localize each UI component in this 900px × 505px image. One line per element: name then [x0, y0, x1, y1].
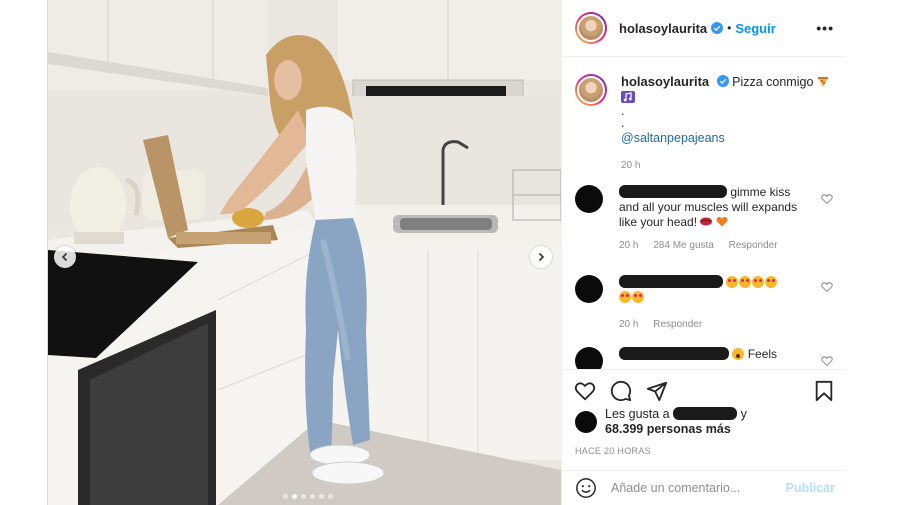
likes-suffix: y — [740, 407, 747, 421]
carousel-dot — [292, 494, 297, 499]
heart-icon[interactable] — [821, 281, 833, 293]
caption-text: Pizza conmigo — [732, 75, 814, 89]
comment-item: Feels — [575, 347, 837, 369]
caption-meta: 20 h — [621, 158, 834, 173]
pizza-emoji-icon — [817, 77, 828, 87]
heart-eyes-emoji-icon — [632, 291, 644, 303]
reply-button[interactable]: Responder — [653, 319, 702, 330]
redacted-username — [673, 407, 738, 420]
share-icon[interactable] — [646, 380, 668, 402]
comment-meta: 20 h 284 Me gusta Responder — [619, 238, 809, 253]
heart-eyes-emoji-icon — [765, 276, 778, 288]
comment-input[interactable] — [611, 481, 781, 495]
post-caption: holasoylaurita Pizza conmigo . . @saltan… — [562, 57, 847, 173]
caption-mention-link[interactable]: @saltanpepajeans — [621, 131, 834, 146]
kiss-emoji-icon — [700, 217, 713, 226]
carousel-dot — [283, 494, 288, 499]
likes-count-link[interactable]: 68.399 personas más — [605, 422, 731, 436]
heart-icon[interactable] — [821, 355, 833, 367]
post-card: holasoylaurita • Seguir ••• holasoylauri… — [47, 0, 847, 505]
carousel-dot — [301, 494, 306, 499]
add-comment-bar: Publicar — [562, 470, 847, 505]
comment-meta: 20 h Responder — [619, 317, 809, 332]
carousel-dot — [328, 494, 333, 499]
more-options-button[interactable]: ••• — [816, 20, 834, 36]
caption-time: 20 h — [621, 160, 641, 171]
redacted-username — [619, 185, 727, 198]
caption-username[interactable]: holasoylaurita — [621, 74, 709, 89]
kitchen-photo — [48, 0, 561, 505]
carousel-indicator — [283, 494, 333, 499]
heart-icon[interactable] — [821, 193, 833, 205]
likes-summary: Les gusta a y 68.399 personas más — [575, 407, 747, 437]
likes-prefix: Les gusta a — [605, 407, 670, 421]
caption-avatar[interactable] — [575, 74, 607, 106]
heart-icon[interactable] — [574, 380, 596, 402]
comment-text: Feels — [747, 347, 778, 361]
comment-avatar[interactable] — [575, 185, 603, 213]
comment-item: 20 h Responder — [575, 275, 837, 332]
surprised-emoji-icon — [732, 348, 745, 360]
verified-icon — [711, 22, 724, 34]
chevron-right-icon — [538, 252, 545, 262]
comment-avatar[interactable] — [575, 347, 603, 369]
redacted-username — [619, 275, 723, 288]
caption-line-3: . — [621, 116, 625, 130]
emoji-icon[interactable] — [575, 477, 597, 499]
liker-avatar[interactable] — [575, 411, 597, 433]
comment-icon[interactable] — [610, 380, 632, 402]
publish-button[interactable]: Publicar — [786, 481, 835, 495]
follow-button[interactable]: Seguir — [735, 21, 775, 36]
comment-item: gimme kiss and all your muscles will exp… — [575, 185, 837, 253]
comment-likes-count[interactable]: 284 Me gusta — [653, 240, 714, 251]
post-timestamp[interactable]: HACE 20 HORAS — [575, 446, 651, 456]
post-photo[interactable] — [48, 0, 561, 505]
author-avatar[interactable] — [575, 12, 607, 44]
post-sidebar: holasoylaurita • Seguir ••• holasoylauri… — [561, 0, 847, 505]
reply-button[interactable]: Responder — [729, 240, 778, 251]
heart-eyes-emoji-icon — [739, 276, 752, 288]
carousel-next-button[interactable] — [530, 246, 552, 268]
carousel-dot — [310, 494, 315, 499]
header-separator: • — [727, 21, 732, 35]
heart-eyes-emoji-icon — [752, 276, 765, 288]
comment-time: 20 h — [619, 240, 639, 251]
heart-eyes-emoji-icon — [726, 276, 739, 288]
verified-icon — [716, 75, 729, 87]
music-emoji-icon — [621, 91, 635, 103]
orange-heart-emoji-icon — [716, 216, 728, 227]
bookmark-icon[interactable] — [813, 380, 835, 402]
carousel-prev-button[interactable] — [54, 246, 76, 268]
redacted-username — [619, 347, 729, 360]
post-header: holasoylaurita • Seguir ••• — [562, 0, 846, 57]
comment-avatar[interactable] — [575, 275, 603, 303]
heart-eyes-emoji-icon — [619, 291, 631, 303]
caption-line-2: . — [621, 104, 625, 118]
chevron-left-icon — [61, 252, 68, 262]
author-username[interactable]: holasoylaurita — [619, 21, 707, 36]
carousel-dot — [319, 494, 324, 499]
comments-list[interactable]: holasoylaurita Pizza conmigo . . @saltan… — [562, 57, 847, 369]
comment-time: 20 h — [619, 319, 639, 330]
